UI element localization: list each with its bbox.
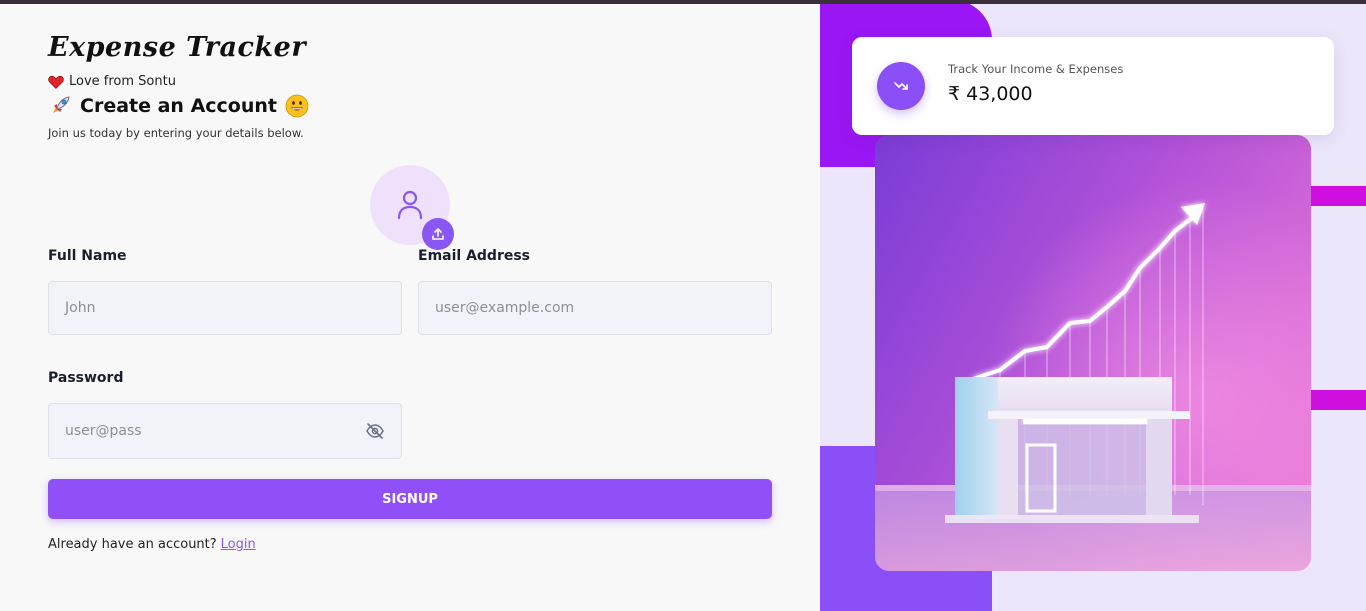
login-link[interactable]: Login	[221, 537, 256, 552]
password-label: Password	[48, 370, 124, 386]
upload-photo-button[interactable]	[422, 218, 454, 250]
illustration-panel: Track Your Income & Expenses ₹ 43,000	[820, 4, 1366, 611]
hero-illustration	[875, 135, 1311, 571]
stat-card: Track Your Income & Expenses ₹ 43,000	[852, 37, 1334, 135]
trend-icon	[894, 82, 908, 90]
app-title: Expense Tracker	[48, 32, 307, 63]
heart-icon	[48, 75, 64, 89]
stat-card-icon-badge	[877, 62, 925, 110]
page-subtitle: Join us today by entering your details b…	[48, 126, 304, 140]
upload-icon	[432, 228, 444, 240]
password-placeholder: user@pass	[65, 423, 142, 439]
decor-bar	[1304, 390, 1366, 410]
full-name-input[interactable]: John	[48, 281, 402, 335]
full-name-placeholder: John	[65, 300, 96, 316]
growth-store-illustration	[875, 135, 1311, 571]
login-prompt: Already have an account? Login	[48, 537, 256, 552]
password-input[interactable]: user@pass	[48, 403, 402, 459]
eye-off-icon[interactable]	[365, 421, 385, 441]
decor-bar	[1304, 186, 1366, 206]
stat-card-value: ₹ 43,000	[948, 83, 1033, 105]
page-title: Create an Account	[80, 95, 277, 117]
smile-icon	[285, 94, 309, 118]
login-prompt-text: Already have an account?	[48, 537, 217, 552]
email-placeholder: user@example.com	[435, 300, 575, 316]
love-text: Love from Sontu	[69, 74, 176, 89]
rocket-icon	[53, 96, 70, 113]
user-icon	[397, 190, 423, 220]
stat-card-label: Track Your Income & Expenses	[948, 62, 1124, 76]
love-line: Love from Sontu	[48, 74, 176, 89]
email-label: Email Address	[418, 248, 531, 264]
signup-button[interactable]: SIGNUP	[48, 479, 772, 519]
page-heading-row: Create an Account	[48, 94, 309, 118]
signup-panel: Expense Tracker Love from Sontu Create a…	[0, 4, 820, 611]
email-input[interactable]: user@example.com	[418, 281, 772, 335]
full-name-label: Full Name	[48, 248, 127, 264]
